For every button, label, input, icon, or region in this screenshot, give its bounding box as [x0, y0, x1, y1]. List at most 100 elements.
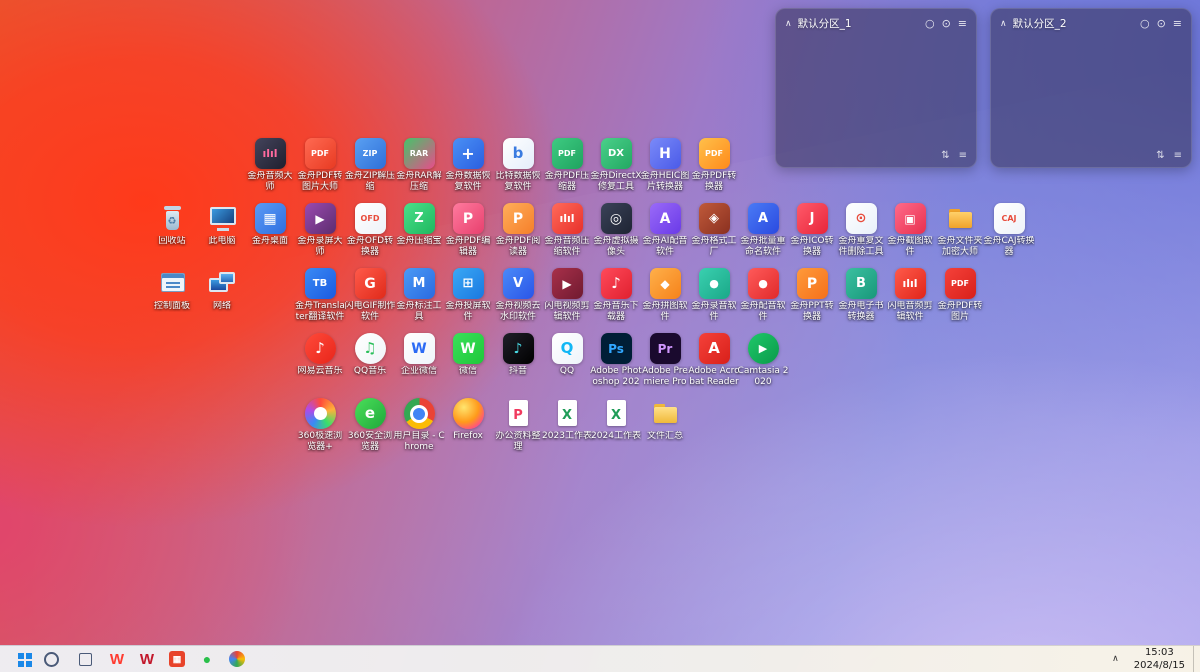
desktop-icon-recycle-bin[interactable]: ♻ 回收站: [146, 203, 198, 247]
panel-menu-icon[interactable]: ≡: [1173, 17, 1182, 30]
taskbar-clock[interactable]: 15:03 2024/8/15: [1126, 646, 1193, 672]
tray-chevron-icon[interactable]: ∧: [1105, 654, 1126, 664]
desktop-icon[interactable]: H 金舟HEIC图片转换器: [639, 138, 691, 193]
desktop-icon-wecom[interactable]: W 企业微信: [393, 333, 445, 377]
desktop-icon-photoshop[interactable]: Ps Adobe Photoshop 2020: [590, 333, 642, 388]
start-button[interactable]: [0, 646, 34, 672]
desktop-icon[interactable]: ⊞ 金舟投屏软件: [442, 268, 494, 323]
desktop-icon-premiere[interactable]: Pr Adobe Premiere Pro: [639, 333, 691, 388]
desktop-icon[interactable]: PDF 金舟PDF转图片大师: [294, 138, 346, 193]
desktop-icon[interactable]: ◎ 金舟虚拟摄像头: [590, 203, 642, 258]
desktop-icon-label: 金舟CAJ转换器: [983, 236, 1035, 258]
desktop-icon[interactable]: V 金舟视频去水印软件: [492, 268, 544, 323]
desktop-icon[interactable]: 金舟文件夹加密大师: [934, 203, 986, 258]
panel-layout-icon[interactable]: ≡: [1174, 150, 1182, 161]
panel-sort-icon[interactable]: ⇅: [941, 150, 949, 161]
desktop-icon[interactable]: ◈ 金舟格式工厂: [688, 203, 740, 258]
panel-menu-icon[interactable]: ≡: [958, 17, 967, 30]
desktop-icon[interactable]: X 2023工作表: [541, 398, 593, 442]
app-icon: PDF: [945, 268, 976, 299]
desktop-icon-label: 金舟标注工具: [393, 301, 445, 323]
desktop-icon-label: 金舟AI配音软件: [639, 236, 691, 258]
this-pc-icon: [207, 203, 238, 234]
desktop-icon[interactable]: ▶ 闪电视频剪辑软件: [541, 268, 593, 323]
desktop-icon[interactable]: ⊙ 金舟重复文件删除工具: [835, 203, 887, 258]
desktop-icon[interactable]: OFD 金舟OFD转换器: [344, 203, 396, 258]
desktop-icon[interactable]: P 办公资料整理: [492, 398, 544, 453]
desktop-icon[interactable]: b 比特数据恢复软件: [492, 138, 544, 193]
desktop-icon[interactable]: ılıl 金舟音频大师: [244, 138, 296, 193]
colorful-browser-icon: [229, 651, 245, 667]
desktop-icon[interactable]: RAR 金舟RAR解压缩: [393, 138, 445, 193]
desktop-icon[interactable]: B 金舟电子书转换器: [835, 268, 887, 323]
partition-panel-2[interactable]: ∧ 默认分区_2 ○ ⊙ ≡ ⇅ ≡: [990, 8, 1192, 168]
partition-panel-1[interactable]: ∧ 默认分区_1 ○ ⊙ ≡ ⇅ ≡: [775, 8, 977, 168]
desktop-icon-chrome[interactable]: 用户目录 - Chrome: [393, 398, 445, 453]
desktop-icon-firefox[interactable]: Firefox: [442, 398, 494, 442]
desktop-icon-camtasia[interactable]: ▶ Camtasia 2020: [737, 333, 789, 388]
desktop-icon[interactable]: P 金舟PDF编辑器: [442, 203, 494, 258]
desktop-icon[interactable]: ▣ 金舟截图软件: [884, 203, 936, 258]
taskbar-green-browser-button[interactable]: ●: [192, 646, 222, 672]
desktop-icon[interactable]: PDF 金舟PDF压缩器: [541, 138, 593, 193]
desktop-icon[interactable]: ● 金舟录音软件: [688, 268, 740, 323]
collapse-chevron-icon[interactable]: ∧: [1000, 19, 1007, 29]
desktop-icon-acrobat[interactable]: A Adobe Acrobat Reader: [688, 333, 740, 388]
desktop-icon-label: 金舟RAR解压缩: [393, 171, 445, 193]
search-icon: [44, 652, 59, 667]
desktop-icon[interactable]: M 金舟标注工具: [393, 268, 445, 323]
panel-locate-icon[interactable]: ⊙: [1157, 17, 1166, 30]
task-view-button[interactable]: [68, 646, 102, 672]
desktop-icon[interactable]: ılıl 金舟音频压缩软件: [541, 203, 593, 258]
taskbar-wps-writer-button[interactable]: W: [102, 646, 132, 672]
desktop-icon[interactable]: DX 金舟DirectX修复工具: [590, 138, 642, 193]
desktop-icon[interactable]: X 2024工作表: [590, 398, 642, 442]
desktop-icon[interactable]: + 金舟数据恢复软件: [442, 138, 494, 193]
desktop-icon[interactable]: J 金舟ICO转换器: [786, 203, 838, 258]
app-icon: ▦: [255, 203, 286, 234]
desktop-icon[interactable]: P 金舟PPT转换器: [786, 268, 838, 323]
desktop-icon[interactable]: ılıl 闪电音频剪辑软件: [884, 268, 936, 323]
desktop-icon[interactable]: A 金舟AI配音软件: [639, 203, 691, 258]
desktop-icon-wechat[interactable]: W 微信: [442, 333, 494, 377]
desktop-icon-netease-music[interactable]: ♪ 网易云音乐: [294, 333, 346, 377]
panel-ghost-icon[interactable]: ○: [1140, 17, 1150, 30]
desktop-icon[interactable]: ▶ 金舟录屏大师: [294, 203, 346, 258]
search-button[interactable]: [34, 646, 68, 672]
desktop-icon-qq[interactable]: Q QQ: [541, 333, 593, 377]
taskbar-wps-office-button[interactable]: W: [132, 646, 162, 672]
show-desktop-button[interactable]: [1193, 646, 1200, 672]
desktop-icon-control-panel[interactable]: 控制面板: [146, 268, 198, 312]
desktop-wallpaper[interactable]: ılıl 金舟音频大师 PDF 金舟PDF转图片大师 ZIP 金舟ZIP解压缩 …: [0, 0, 1200, 672]
desktop-icon[interactable]: PDF 金舟PDF转图片: [934, 268, 986, 323]
desktop-icon[interactable]: P 金舟PDF阅读器: [492, 203, 544, 258]
panel-sort-icon[interactable]: ⇅: [1156, 150, 1164, 161]
desktop-icon[interactable]: ● 金舟配音软件: [737, 268, 789, 323]
desktop-icon[interactable]: ♪ 金舟音乐下载器: [590, 268, 642, 323]
desktop-icon[interactable]: ZIP 金舟ZIP解压缩: [344, 138, 396, 193]
desktop-icon[interactable]: ◆ 金舟拼图软件: [639, 268, 691, 323]
desktop-icon-douyin[interactable]: ♪ 抖音: [492, 333, 544, 377]
desktop-icon[interactable]: CAJ 金舟CAJ转换器: [983, 203, 1035, 258]
desktop-icon-label: Camtasia 2020: [737, 366, 789, 388]
desktop-icon-browser-360-speed[interactable]: 360极速浏览器+: [294, 398, 346, 453]
partition-panel-header: ∧ 默认分区_1 ○ ⊙ ≡: [776, 9, 976, 31]
desktop-icon-browser-360-safe[interactable]: e 360安全浏览器: [344, 398, 396, 453]
collapse-chevron-icon[interactable]: ∧: [785, 19, 792, 29]
desktop-icon[interactable]: ▦ 金舟桌面: [244, 203, 296, 247]
panel-ghost-icon[interactable]: ○: [925, 17, 935, 30]
desktop-icon-this-pc[interactable]: 此电脑: [196, 203, 248, 247]
taskbar-colorful-browser-button[interactable]: [222, 646, 252, 672]
desktop-icon[interactable]: A 金舟批量重命名软件: [737, 203, 789, 258]
desktop-icon[interactable]: 文件汇总: [639, 398, 691, 442]
desktop-icon-network[interactable]: 网络: [196, 268, 248, 312]
taskbar-red-app-button[interactable]: ▦: [162, 646, 192, 672]
desktop-icon[interactable]: PDF 金舟PDF转换器: [688, 138, 740, 193]
desktop-icon[interactable]: TB 金舟Translater翻译软件: [294, 268, 346, 323]
desktop-icon[interactable]: G 闪电GIF制作软件: [344, 268, 396, 323]
desktop-icon[interactable]: Z 金舟压缩宝: [393, 203, 445, 247]
desktop-icon-qq-music[interactable]: ♫ QQ音乐: [344, 333, 396, 377]
panel-layout-icon[interactable]: ≡: [959, 150, 967, 161]
desktop-icon-label: 金舟PDF压缩器: [541, 171, 593, 193]
panel-locate-icon[interactable]: ⊙: [942, 17, 951, 30]
